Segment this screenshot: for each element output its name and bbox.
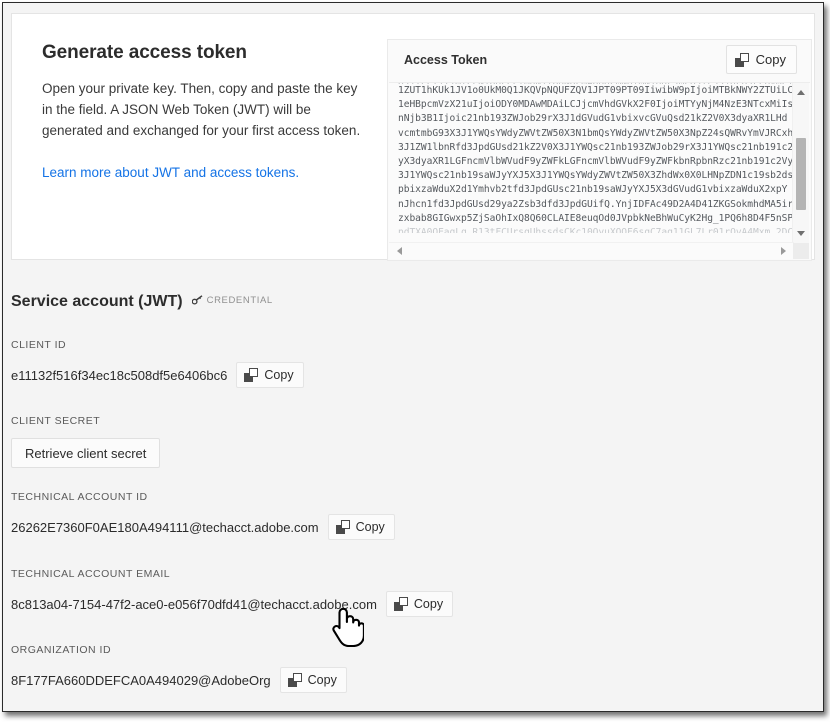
copy-client-id-label: Copy xyxy=(264,368,294,382)
access-token-body: 0JjILLfjYjMfLLNjUULEFfMgNjfQdNDLMAUUdLMN… xyxy=(389,82,810,259)
value-organization-id: 8F177FA660DDEFCA0A494029@AdobeOrg xyxy=(11,672,271,688)
field-technical-account-id: TECHNICAL ACCOUNT ID 26262E7360F0AE180A4… xyxy=(11,491,395,540)
copy-technical-account-id-button[interactable]: Copy xyxy=(327,514,395,540)
field-label-organization-id: ORGANIZATION ID xyxy=(11,644,112,656)
page-title: Generate access token xyxy=(42,42,247,63)
scroll-right-button[interactable] xyxy=(776,243,791,259)
scroll-left-button[interactable] xyxy=(392,243,407,259)
key-icon xyxy=(191,295,203,305)
learn-more-link[interactable]: Learn more about JWT and access tokens. xyxy=(42,163,299,183)
triangle-up-icon xyxy=(797,90,805,95)
value-technical-account-id: 26262E7360F0AE180A494111@techacct.adobe.… xyxy=(11,519,319,535)
scrollbar-corner xyxy=(793,243,809,259)
retrieve-client-secret-button[interactable]: Retrieve client secret xyxy=(11,438,161,468)
access-token-header: Access Token Copy xyxy=(388,40,811,82)
value-technical-account-email: 8c813a04-7154-47f2-ace0-e056f70dfd41@tec… xyxy=(11,596,377,612)
generate-access-token-card: Generate access token Open your private … xyxy=(11,13,815,261)
field-label-technical-account-id: TECHNICAL ACCOUNT ID xyxy=(11,491,148,503)
copy-icon xyxy=(335,520,350,534)
copy-organization-id-label: Copy xyxy=(307,673,337,687)
credential-tag: CREDENTIAL xyxy=(191,294,273,306)
field-row-organization-id: 8F177FA660DDEFCA0A494029@AdobeOrg Copy xyxy=(11,667,347,693)
access-token-text[interactable]: 0JjILLfjYjMfLLNjUULEFfMgNjfQdNDLMAUUdLMN… xyxy=(398,83,794,234)
copy-access-token-button[interactable]: Copy xyxy=(725,45,797,74)
copy-technical-account-email-label: Copy xyxy=(413,597,444,611)
credential-tag-label: CREDENTIAL xyxy=(206,294,273,306)
copy-icon xyxy=(393,597,408,611)
section-header: Service account (JWT) CREDENTIAL xyxy=(11,293,273,311)
copy-icon xyxy=(244,368,259,382)
copy-client-id-button[interactable]: Copy xyxy=(236,362,304,388)
value-client-id: e11132f516f34ec18c508df5e6406bc6 xyxy=(11,367,228,383)
intro-description: Open your private key. Then, copy and pa… xyxy=(42,81,361,138)
token-vertical-scrollbar[interactable] xyxy=(792,83,809,243)
copy-technical-account-email-button[interactable]: Copy xyxy=(385,591,454,617)
app-window: Generate access token Open your private … xyxy=(2,2,824,712)
access-token-label: Access Token xyxy=(404,53,488,67)
field-row-technical-account-email: 8c813a04-7154-47f2-ace0-e056f70dfd41@tec… xyxy=(11,591,454,617)
triangle-left-icon xyxy=(397,247,402,255)
triangle-down-icon xyxy=(797,231,805,236)
field-client-id: CLIENT ID e11132f516f34ec18c508df5e6406b… xyxy=(11,339,304,388)
field-technical-account-email: TECHNICAL ACCOUNT EMAIL 8c813a04-7154-47… xyxy=(11,568,454,617)
intro-block: Generate access token Open your private … xyxy=(42,42,364,183)
field-row-technical-account-id: 26262E7360F0AE180A494111@techacct.adobe.… xyxy=(11,514,395,540)
field-row-client-secret: Retrieve client secret xyxy=(11,438,161,468)
access-token-panel: Access Token Copy 0JjILLfjYjMfLLNjUULEFf… xyxy=(387,39,812,261)
copy-icon xyxy=(734,52,749,67)
token-clipped-top-line: 0JjILLfjYjMfLLNjUULEFfMgNjfQdNDLMAUUdLMN… xyxy=(398,83,794,84)
field-label-technical-account-email: TECHNICAL ACCOUNT EMAIL xyxy=(11,568,171,580)
copy-icon xyxy=(287,673,302,687)
token-text-content: 1ZUT1hKUk1JV1o0UkM0Q1JKQVpNQUFZQV1JPT09P… xyxy=(398,85,794,224)
copy-organization-id-button[interactable]: Copy xyxy=(279,667,347,693)
section-title: Service account (JWT) xyxy=(11,293,183,310)
scroll-up-button[interactable] xyxy=(793,85,809,100)
copy-access-token-label: Copy xyxy=(755,52,786,67)
scroll-down-button[interactable] xyxy=(793,226,809,241)
field-label-client-id: CLIENT ID xyxy=(11,339,67,351)
field-row-client-id: e11132f516f34ec18c508df5e6406bc6 Copy xyxy=(11,362,304,388)
token-clipped-bottom-line: pdTXA0OEaqLq_R13tFCUrsqUhssdsCKc10QyuXOQ… xyxy=(398,227,794,234)
copy-technical-account-id-label: Copy xyxy=(355,520,385,534)
vertical-scroll-thumb[interactable] xyxy=(796,138,806,210)
screenshot-root: Generate access token Open your private … xyxy=(0,0,830,722)
field-label-client-secret: CLIENT SECRET xyxy=(11,415,101,427)
triangle-right-icon xyxy=(781,247,786,255)
field-organization-id: ORGANIZATION ID 8F177FA660DDEFCA0A494029… xyxy=(11,644,347,693)
token-horizontal-scrollbar[interactable] xyxy=(389,242,794,259)
field-client-secret: CLIENT SECRET Retrieve client secret xyxy=(11,415,161,468)
